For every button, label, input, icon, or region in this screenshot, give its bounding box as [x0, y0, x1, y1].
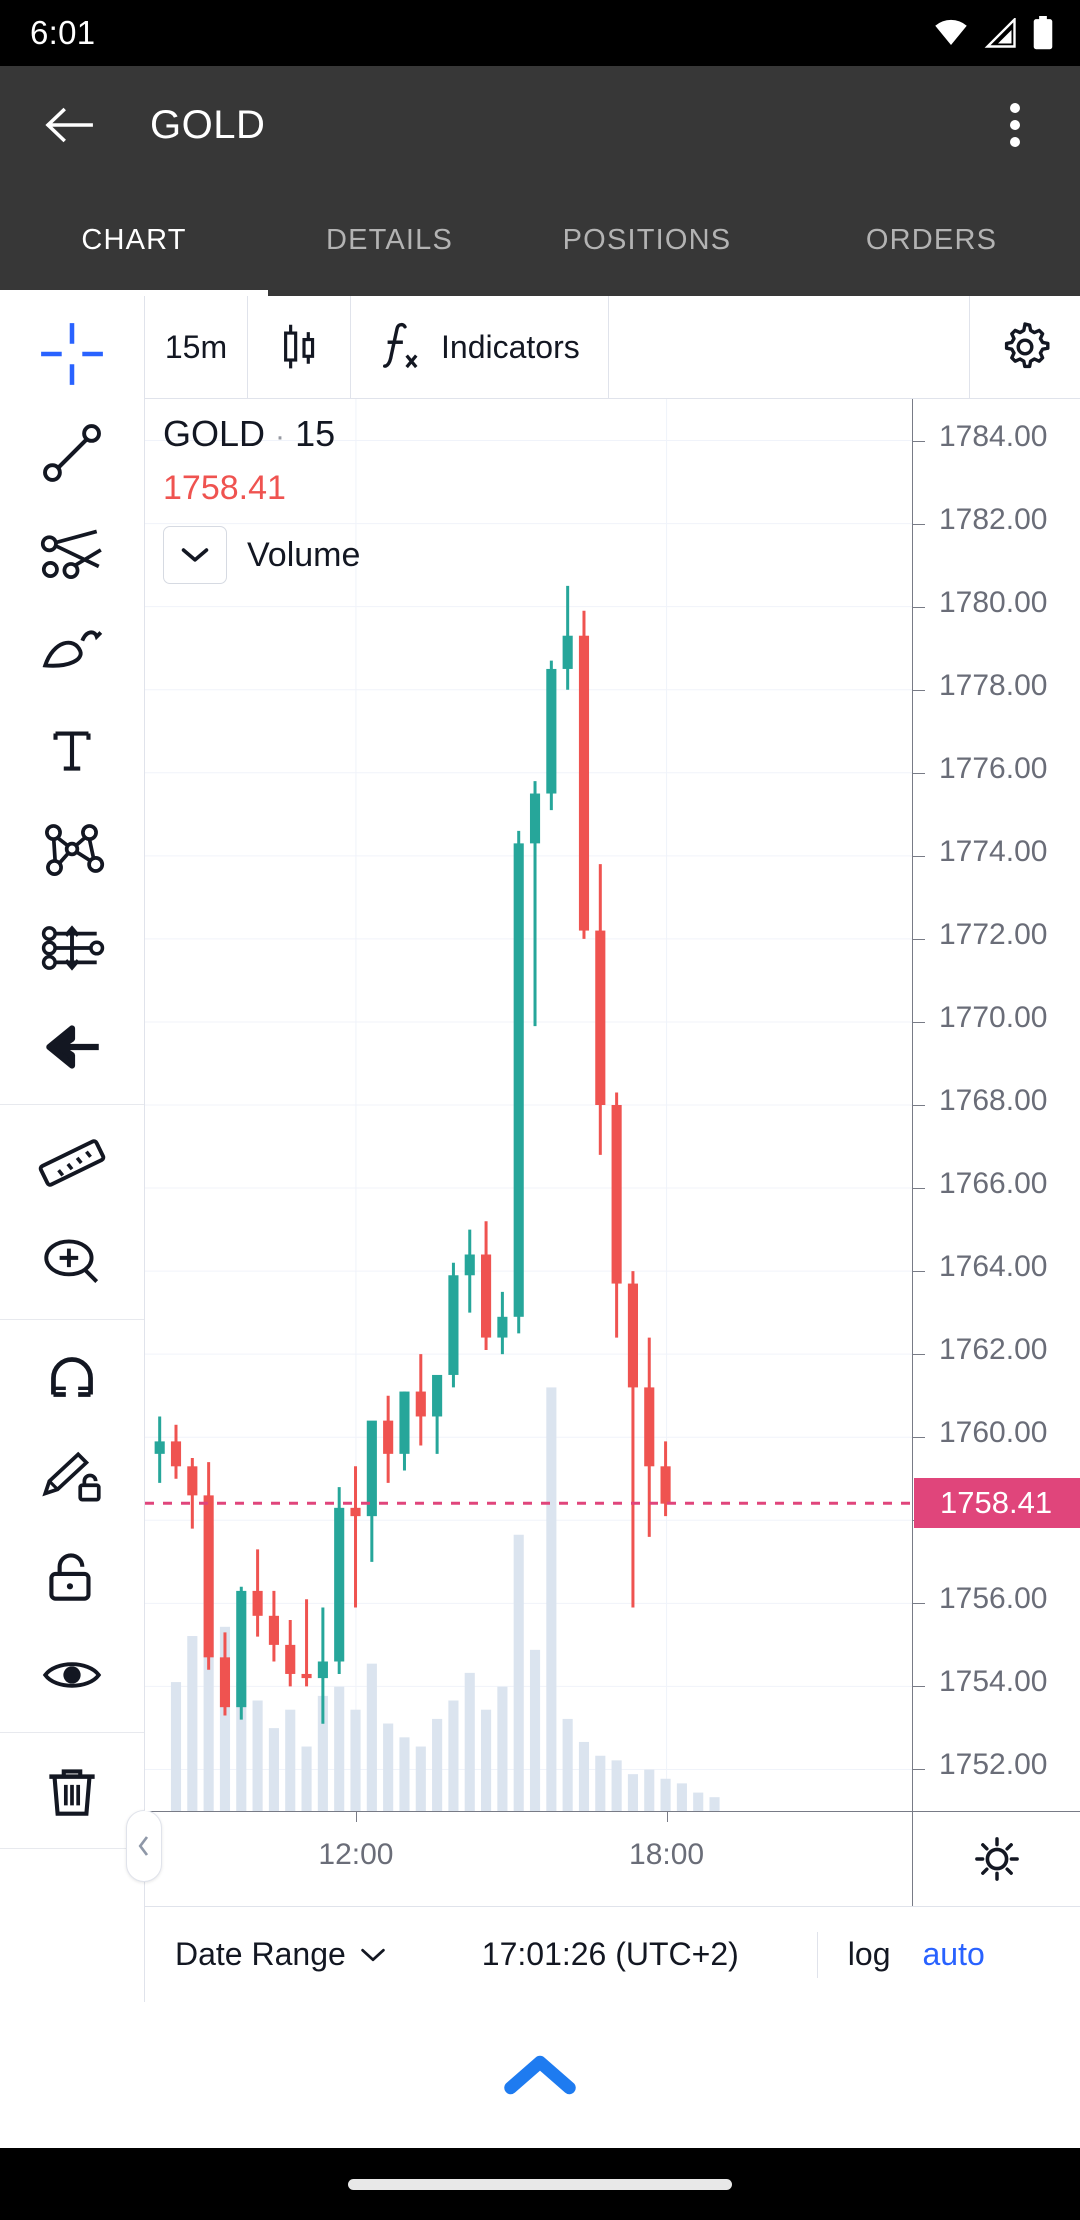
wifi-icon — [932, 18, 970, 48]
indicators-label: Indicators — [441, 328, 580, 365]
long-short-position-tool[interactable] — [0, 898, 144, 997]
app-bar: GOLD — [0, 66, 1080, 184]
android-navigation-bar — [0, 2148, 1080, 2220]
arrow-marker-tool[interactable] — [0, 997, 144, 1096]
overflow-menu-icon[interactable] — [980, 86, 1050, 164]
magnet-mode-tool[interactable] — [0, 1328, 144, 1427]
function-fx-icon — [379, 322, 421, 372]
tab-orders[interactable]: ORDERS — [783, 184, 1080, 296]
price-axis[interactable]: 1784.00 1782.00 1780.00 1778.00 1776.00 1774.… — [912, 399, 1080, 1811]
candlestick-svg — [145, 399, 912, 1811]
lock-drawings-tool[interactable] — [0, 1526, 144, 1625]
brush-curve-tool[interactable] — [0, 601, 144, 700]
page-title: GOLD — [150, 102, 266, 147]
current-price-badge: 1758.41 — [914, 1478, 1080, 1529]
volume-label: Volume — [247, 535, 361, 574]
cellular-signal-icon — [984, 18, 1018, 48]
text-tool[interactable] — [0, 700, 144, 799]
drawing-tool-group-measure — [0, 1105, 144, 1320]
legend-symbol: GOLD — [163, 413, 266, 454]
back-arrow-icon[interactable] — [30, 86, 108, 164]
legend-symbol-line: GOLD · 15 — [163, 413, 360, 455]
trend-line-tool[interactable] — [0, 403, 144, 502]
measure-ruler-tool[interactable] — [0, 1113, 144, 1212]
gear-icon — [999, 321, 1051, 373]
chart-type-button[interactable] — [248, 296, 351, 398]
chart-body: GOLD · 15 1758.41 Volume 1784.00 1782.00 1… — [145, 399, 1080, 1811]
auto-scale-button[interactable]: auto — [923, 1936, 985, 1973]
chart-brightness-button[interactable] — [912, 1812, 1080, 1906]
tab-chart[interactable]: CHART — [0, 184, 268, 296]
candlestick-icon — [276, 321, 322, 373]
chart-toolbar: 15m Indicators — [145, 296, 1080, 399]
chart-toolbar-spacer — [609, 296, 970, 398]
chart-status-bar: Date Range 17:01:26 (UTC+2) log auto — [145, 1906, 1080, 2002]
tab-positions[interactable]: POSITIONS — [511, 184, 783, 296]
chart-clock[interactable]: 17:01:26 (UTC+2) — [482, 1936, 739, 1973]
chart-legend: GOLD · 15 1758.41 Volume — [163, 413, 360, 584]
indicators-button[interactable]: Indicators — [351, 296, 609, 398]
sun-brightness-icon — [974, 1836, 1020, 1882]
divider — [816, 1931, 818, 1978]
expand-panel-handle[interactable] — [0, 2002, 1080, 2148]
legend-separator: · — [275, 420, 286, 453]
drawing-tool-group-remove — [0, 1733, 144, 1849]
chevron-down-icon — [360, 1947, 386, 1963]
volume-legend-row: Volume — [163, 526, 360, 584]
tab-bar: CHART DETAILS POSITIONS ORDERS — [0, 184, 1080, 296]
crosshair-tool[interactable] — [0, 304, 144, 403]
status-bar: 6:01 — [0, 0, 1080, 66]
fib-fan-tool[interactable] — [0, 502, 144, 601]
time-axis-ticks: 12:00 18:00 — [318, 1812, 705, 1871]
chevron-down-icon[interactable] — [163, 526, 227, 584]
pattern-tool[interactable] — [0, 799, 144, 898]
date-range-button[interactable]: Date Range — [145, 1936, 386, 1973]
chevron-up-icon — [503, 2053, 577, 2097]
tab-details[interactable]: DETAILS — [268, 184, 511, 296]
gesture-pill[interactable] — [348, 2178, 732, 2190]
drawing-toolbar — [0, 296, 162, 2002]
chart-column: 15m Indicators GOLD · 15 1758.41 Volume … — [145, 296, 1080, 2002]
legend-last-price: 1758.41 — [163, 469, 286, 507]
drawing-tool-group-modes — [0, 1320, 144, 1733]
battery-icon — [1032, 16, 1054, 50]
date-range-label: Date Range — [175, 1936, 346, 1972]
time-axis[interactable]: 12:00 18:00 — [145, 1811, 1080, 1906]
status-bar-clock: 6:01 — [30, 14, 96, 51]
log-scale-button[interactable]: log — [848, 1936, 891, 1973]
timeframe-button[interactable]: 15m — [145, 296, 248, 398]
drawing-tool-group-primary — [0, 296, 144, 1105]
chart-screen: 15m Indicators GOLD · 15 1758.41 Volume … — [0, 296, 1080, 2002]
chart-settings-button[interactable] — [970, 296, 1080, 398]
stay-in-drawing-mode-tool[interactable] — [0, 1427, 144, 1526]
price-chart-plot[interactable]: GOLD · 15 1758.41 Volume — [145, 399, 912, 1811]
legend-interval: 15 — [295, 413, 336, 454]
zoom-in-tool[interactable] — [0, 1212, 144, 1311]
hide-drawings-tool[interactable] — [0, 1625, 144, 1724]
status-bar-icons — [932, 16, 1054, 50]
remove-drawings-tool[interactable] — [0, 1741, 144, 1840]
